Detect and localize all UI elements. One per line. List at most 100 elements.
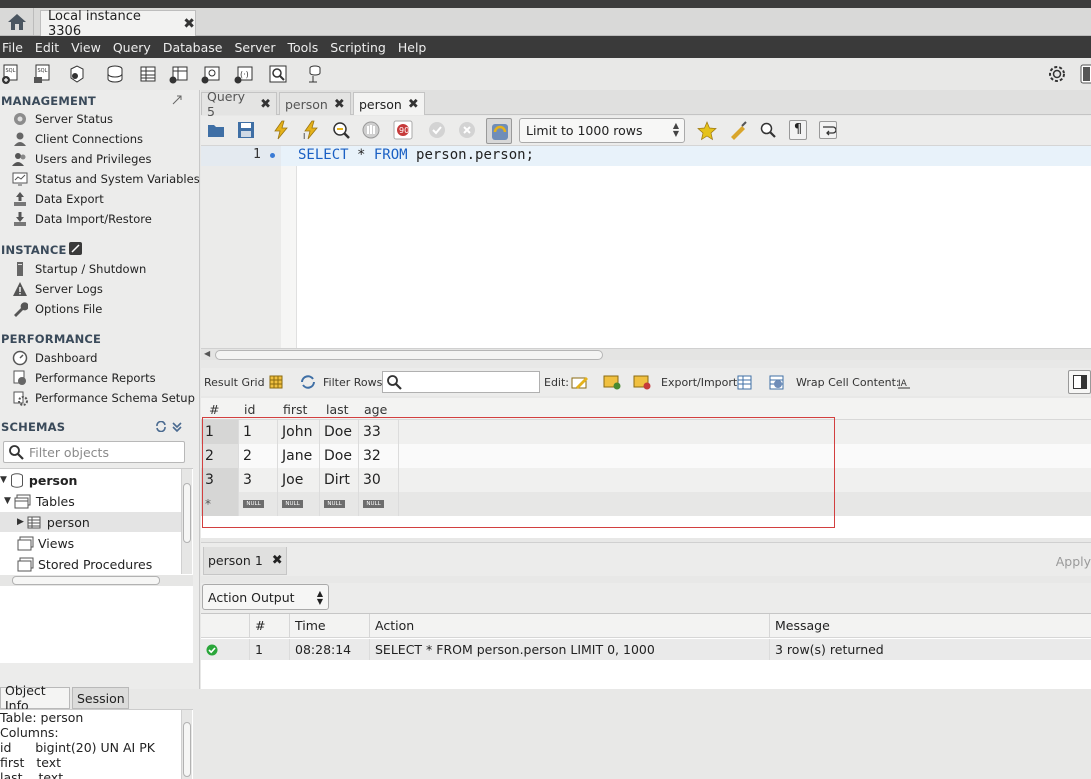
sidebar-item-users-privileges[interactable]: Users and Privileges	[12, 150, 151, 168]
execute-current-icon[interactable]: I	[302, 120, 320, 140]
column-header[interactable]: last	[326, 402, 349, 417]
close-icon[interactable]: ✖	[260, 97, 271, 112]
sidebar-item-status-variables[interactable]: Status and System Variables	[12, 170, 200, 188]
tree-horizontal-scrollbar[interactable]	[0, 575, 193, 586]
tree-item-table-person[interactable]: ▶ person	[0, 512, 181, 532]
explain-icon[interactable]	[331, 120, 351, 140]
create-procedure-icon[interactable]	[201, 64, 221, 84]
sql-editor[interactable]: 1 SELECT * FROM person.person;	[201, 146, 1091, 348]
tree-vertical-scrollbar[interactable]	[181, 469, 192, 574]
sidebar-item-dashboard[interactable]: Dashboard	[12, 349, 97, 367]
sql-line[interactable]: SELECT * FROM person.person;	[298, 147, 534, 163]
save-icon[interactable]	[237, 121, 255, 139]
column-header[interactable]: id	[244, 402, 255, 417]
column-header[interactable]: Message	[770, 614, 1091, 638]
delete-row-icon[interactable]	[633, 374, 651, 390]
home-button[interactable]	[0, 8, 34, 35]
sidebar-item-client-connections[interactable]: Client Connections	[12, 130, 143, 148]
output-time[interactable]: 08:28:14	[290, 639, 370, 660]
output-message[interactable]: 3 row(s) returned	[770, 639, 1091, 660]
sidebar-item-startup-shutdown[interactable]: Startup / Shutdown	[12, 260, 146, 278]
commit-icon[interactable]	[428, 121, 446, 139]
tab-query-5[interactable]: Query 5 ✖	[201, 89, 277, 119]
toggle-errors-icon[interactable]: 90	[393, 120, 413, 140]
tab-result-person-1[interactable]: person 1 ✖	[203, 547, 287, 575]
sidebar-item-options-file[interactable]: Options File	[12, 300, 102, 318]
editor-horizontal-scrollbar[interactable]: ◀	[201, 348, 1091, 360]
output-type-select[interactable]: Action Output ▲ ▼	[202, 584, 329, 610]
splitter[interactable]	[201, 360, 1091, 368]
column-header[interactable]: age	[364, 402, 387, 417]
create-table-icon[interactable]	[137, 64, 157, 84]
open-sql-file-icon[interactable]: SQL	[33, 64, 53, 84]
column-header[interactable]: Action	[370, 614, 770, 638]
new-sql-tab-icon[interactable]: SQL	[1, 64, 21, 84]
sidebar-item-data-export[interactable]: Data Export	[12, 190, 104, 208]
limit-rows-select[interactable]: Limit to 1000 rows ▲ ▼	[519, 118, 685, 143]
tree-item-tables[interactable]: ▼ Tables	[4, 491, 75, 511]
find-icon[interactable]	[759, 121, 777, 139]
create-function-icon[interactable]: (·)	[234, 64, 254, 84]
create-view-icon[interactable]	[169, 64, 189, 84]
stop-icon[interactable]	[361, 120, 381, 140]
autocommit-toggle[interactable]	[486, 118, 512, 144]
refresh-icon[interactable]	[155, 421, 167, 432]
close-icon[interactable]: ✖	[408, 97, 419, 112]
scrollbar-thumb[interactable]	[12, 576, 160, 585]
tree-item-stored-procedures[interactable]: Stored Procedures	[17, 554, 152, 574]
output-action[interactable]: SELECT * FROM person.person LIMIT 0, 100…	[370, 639, 770, 660]
gear-icon[interactable]	[1047, 64, 1067, 84]
column-header-status[interactable]	[201, 614, 250, 638]
wrap-lines-button[interactable]	[819, 121, 837, 139]
scrollbar-thumb[interactable]	[183, 722, 191, 777]
refresh-icon[interactable]	[300, 375, 316, 389]
search-table-data-icon[interactable]	[268, 64, 288, 84]
beautify-icon[interactable]	[728, 121, 748, 141]
column-header[interactable]: #	[250, 614, 290, 638]
menu-edit[interactable]: Edit	[29, 40, 65, 55]
collapse-icon[interactable]	[171, 421, 183, 432]
menu-file[interactable]: File	[0, 40, 29, 55]
tree-item-schema[interactable]: ▼ person	[0, 470, 77, 490]
open-folder-icon[interactable]	[207, 121, 225, 139]
tab-person-1[interactable]: person ✖	[279, 92, 351, 115]
menu-query[interactable]: Query	[107, 40, 157, 55]
apply-button[interactable]: Apply	[1056, 554, 1091, 569]
sidebar-item-performance-reports[interactable]: Performance Reports	[12, 369, 156, 387]
rollback-icon[interactable]	[458, 121, 476, 139]
tree-item-views[interactable]: Views	[17, 533, 74, 553]
wrap-cell-icon[interactable]: IA	[897, 375, 911, 389]
expand-icon[interactable]	[172, 95, 182, 105]
chevron-down-icon[interactable]: ▼	[0, 475, 7, 485]
output-row-number[interactable]: 1	[250, 639, 290, 660]
object-inspector-icon[interactable]	[67, 64, 87, 84]
menu-database[interactable]: Database	[157, 40, 229, 55]
export-icon[interactable]	[737, 373, 755, 391]
sidebar-item-server-status[interactable]: Server Status	[12, 110, 113, 128]
menu-tools[interactable]: Tools	[281, 40, 324, 55]
connection-tab[interactable]: Local instance 3306 ✖	[40, 9, 196, 39]
object-info-scrollbar[interactable]	[181, 710, 192, 779]
panel-toggle-button[interactable]	[1068, 370, 1091, 394]
invisible-chars-button[interactable]: ¶	[789, 120, 807, 140]
close-icon[interactable]: ✖	[334, 97, 345, 112]
sidebar-item-server-logs[interactable]: Server Logs	[12, 280, 103, 298]
tab-person-2[interactable]: person ✖	[353, 92, 425, 115]
schema-filter-input[interactable]: Filter objects	[3, 441, 185, 463]
menu-view[interactable]: View	[65, 40, 107, 55]
create-schema-icon[interactable]	[104, 64, 124, 84]
filter-rows-input[interactable]	[382, 371, 540, 393]
grid-view-icon[interactable]	[269, 375, 283, 389]
add-snippet-icon[interactable]	[697, 121, 717, 141]
sidebar-item-performance-schema-setup[interactable]: Performance Schema Setup	[12, 389, 195, 407]
scrollbar-thumb[interactable]	[215, 350, 603, 360]
chevron-right-icon[interactable]: ▶	[17, 517, 24, 527]
menu-server[interactable]: Server	[228, 40, 281, 55]
column-header[interactable]: #	[209, 402, 219, 417]
menu-help[interactable]: Help	[392, 40, 433, 55]
column-header[interactable]: first	[283, 402, 307, 417]
add-row-icon[interactable]	[603, 374, 621, 390]
execute-icon[interactable]	[272, 120, 290, 140]
sidebar-item-data-import[interactable]: Data Import/Restore	[12, 210, 152, 228]
column-header[interactable]: Time	[290, 614, 370, 638]
